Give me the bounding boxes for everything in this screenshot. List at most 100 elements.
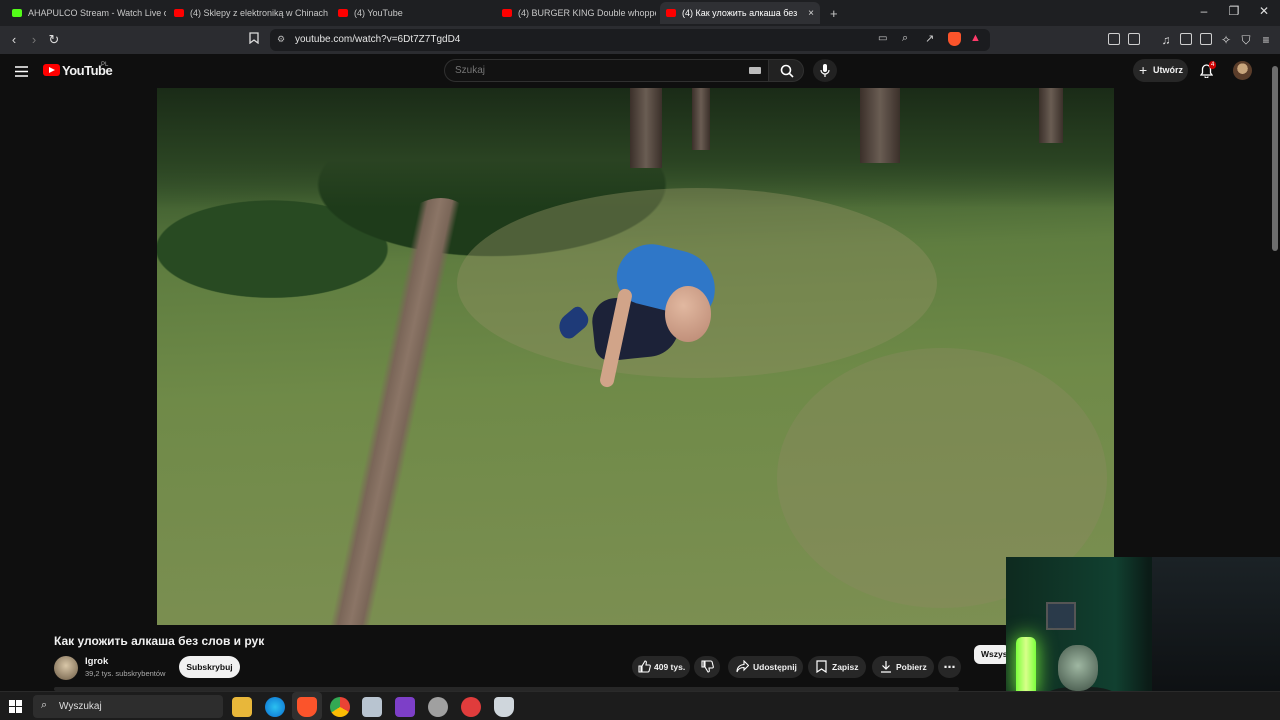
app-icon[interactable] <box>461 697 481 717</box>
create-button[interactable]: + Utwórz <box>1133 59 1188 82</box>
file-explorer-icon[interactable] <box>232 697 252 717</box>
restore-icon[interactable]: ❐ <box>1224 4 1244 18</box>
app-icon[interactable] <box>428 697 448 717</box>
taskbar-search[interactable]: ⌕ Wyszukaj <box>33 695 223 718</box>
share-button[interactable]: Udostępnij <box>728 656 803 678</box>
brave-rewards-icon[interactable]: ▲ <box>970 32 981 44</box>
video-title: Как уложить алкаша без слов и рук <box>54 634 265 648</box>
wallet-icon[interactable] <box>1128 33 1140 45</box>
tab-title: (4) YouTube <box>354 8 403 18</box>
video-player[interactable] <box>157 88 1114 625</box>
close-window-icon[interactable]: ✕ <box>1254 4 1274 18</box>
browser-tab-active[interactable]: (4) Как уложить алкаша без × <box>660 2 820 24</box>
webcam-person-face <box>1058 645 1098 691</box>
browser-tab[interactable]: AHAPULCO Stream - Watch Live on K <box>6 2 166 24</box>
leo-ai-icon[interactable]: ✧ <box>1218 32 1234 48</box>
person-shoe <box>553 304 593 342</box>
minimize-icon[interactable]: – <box>1194 4 1214 18</box>
person-head <box>665 286 711 342</box>
save-label: Zapisz <box>832 662 859 672</box>
brave-icon[interactable] <box>297 697 317 717</box>
keyboard-icon[interactable] <box>749 67 761 74</box>
url-text: youtube.com/watch?v=6Dt7Z7TgdD4 <box>295 34 461 45</box>
browser-tab[interactable]: (4) BURGER KING Double whopper w <box>496 2 656 24</box>
app-icon[interactable] <box>395 697 415 717</box>
more-actions-button[interactable]: ⋯ <box>938 656 961 678</box>
browser-tab-strip: AHAPULCO Stream - Watch Live on K (4) Sk… <box>0 0 1280 26</box>
sidebar-icon[interactable] <box>1180 33 1192 45</box>
hamburger-menu-icon[interactable] <box>15 64 28 82</box>
extensions-icon[interactable] <box>1108 33 1120 45</box>
channel-name[interactable]: Igrok <box>85 656 108 667</box>
webcam-lamp <box>1016 637 1036 697</box>
share-icon <box>736 660 749 673</box>
chrome-icon[interactable] <box>330 697 350 717</box>
new-tab-button[interactable]: + <box>824 2 844 24</box>
site-info-icon[interactable]: ⚙ <box>277 34 285 45</box>
bookmark-save-icon <box>816 660 827 673</box>
tree-trunk <box>1039 88 1063 143</box>
tree-trunk <box>860 88 900 163</box>
region-code: PL <box>101 62 109 68</box>
youtube-icon <box>502 9 512 17</box>
menu-icon[interactable]: ≡ <box>1258 32 1274 48</box>
video-player-area <box>0 88 1270 625</box>
search-icon: ⌕ <box>41 699 48 711</box>
app-icon[interactable] <box>362 697 382 717</box>
search-input[interactable] <box>455 65 735 76</box>
edge-icon[interactable] <box>265 697 285 717</box>
address-bar[interactable]: ⚙ youtube.com/watch?v=6Dt7Z7TgdD4 ▭ ⌕ ↗ … <box>270 29 990 51</box>
filter-chip-all[interactable]: Wszystkie <box>974 645 1010 664</box>
media-icon[interactable]: ♫ <box>1158 32 1174 48</box>
create-label: Utwórz <box>1153 65 1183 75</box>
dirt-path <box>303 198 481 625</box>
notification-badge: 4 <box>1209 61 1217 69</box>
scrollbar-thumb[interactable] <box>1272 66 1278 251</box>
account-avatar[interactable] <box>1233 61 1252 80</box>
kick-icon <box>12 9 22 17</box>
download-label: Pobierz <box>896 662 927 672</box>
youtube-icon <box>338 9 348 17</box>
search-button[interactable] <box>768 59 804 82</box>
search-box[interactable] <box>444 59 769 82</box>
forward-icon[interactable]: › <box>26 32 42 48</box>
vpn-icon[interactable]: ⛉ <box>1238 32 1254 48</box>
youtube-header: YouTube PL + Utwórz 4 <box>0 54 1280 88</box>
back-icon[interactable]: ‹ <box>6 32 22 48</box>
subscribe-button[interactable]: Subskrybuj <box>179 656 240 678</box>
microphone-icon <box>820 64 830 77</box>
tab-title: (4) Как уложить алкаша без <box>682 8 798 18</box>
youtube-icon <box>174 9 184 17</box>
tab-title: AHAPULCO Stream - Watch Live on K <box>28 8 166 18</box>
bookmark-icon[interactable] <box>246 32 262 48</box>
browser-toolbar: ‹ › ↻ ⚙ youtube.com/watch?v=6Dt7Z7TgdD4 … <box>0 26 1280 54</box>
voice-search-button[interactable] <box>813 59 837 82</box>
tree-trunk <box>692 88 710 150</box>
zoom-icon[interactable]: ⌕ <box>902 32 908 45</box>
browser-tab[interactable]: (4) YouTube <box>332 2 492 24</box>
windows-start-icon[interactable] <box>9 700 22 713</box>
wallet-toolbar-icon[interactable] <box>1200 33 1212 45</box>
close-tab-icon[interactable]: × <box>808 8 814 19</box>
tab-title: (4) Sklepy z elektroniką w Chinach! - <box>190 8 328 18</box>
dislike-button[interactable] <box>694 656 720 678</box>
browser-tab[interactable]: (4) Sklepy z elektroniką w Chinach! - <box>168 2 328 24</box>
channel-avatar[interactable] <box>54 656 78 680</box>
cast-icon[interactable]: ▭ <box>878 33 887 44</box>
like-button[interactable]: 409 tys. <box>632 656 690 678</box>
youtube-logo-icon[interactable] <box>43 64 60 76</box>
brave-shields-icon[interactable] <box>948 32 961 46</box>
windows-taskbar: ⌕ Wyszukaj <box>0 691 1280 720</box>
plus-icon: + <box>1139 62 1148 78</box>
share-label: Udostępnij <box>753 662 797 672</box>
download-button[interactable]: Pobierz <box>872 656 934 678</box>
thumbs-down-icon <box>701 660 714 673</box>
search-icon <box>780 64 794 78</box>
app-icon[interactable] <box>494 697 514 717</box>
webcam-monitor <box>1046 602 1076 630</box>
tab-title: (4) BURGER KING Double whopper w <box>518 8 656 18</box>
share-page-icon[interactable]: ↗ <box>925 32 934 45</box>
save-button[interactable]: Zapisz <box>808 656 866 678</box>
reload-icon[interactable]: ↻ <box>46 32 62 48</box>
like-count: 409 tys. <box>654 662 686 672</box>
